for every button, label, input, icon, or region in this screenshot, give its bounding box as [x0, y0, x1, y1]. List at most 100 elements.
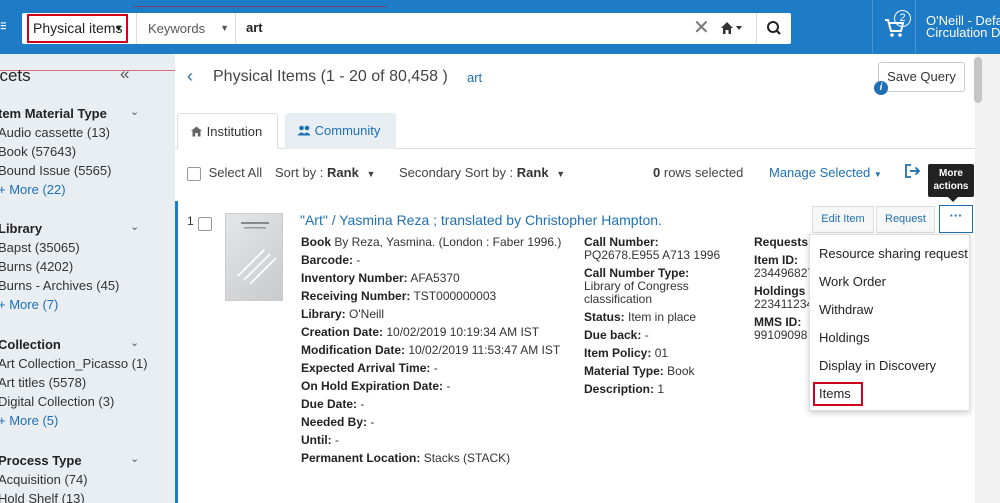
field-label: Permanent Location: — [301, 451, 421, 465]
facet-more-label: More (22) — [9, 182, 66, 197]
tab-community[interactable]: Community — [285, 113, 396, 149]
facet-more-link[interactable]: + More (22) — [0, 180, 160, 199]
facet-more-label: More (7) — [9, 297, 59, 312]
menu-icon[interactable]: ≡ — [0, 18, 6, 36]
field-receiving-number: Receiving Number: TST000000003 — [301, 290, 566, 303]
facet-more-link[interactable]: + More (7) — [0, 295, 160, 314]
menu-item-withdraw[interactable]: Withdraw — [819, 302, 873, 317]
facet-group-material-type: tem Material Type ⌄ Audio cassette (13) … — [0, 105, 160, 199]
facet-item[interactable]: Art Collection_Picasso (1) — [0, 354, 160, 373]
field-label: Barcode: — [301, 253, 354, 267]
facet-item[interactable]: Hold Shelf (13) — [0, 489, 160, 503]
chevron-down-icon[interactable]: ⌄ — [130, 452, 139, 465]
field-label: Holdings I — [754, 284, 812, 298]
menu-item-resource-sharing[interactable]: Resource sharing request — [819, 246, 968, 261]
menu-item-display-in-discovery[interactable]: Display in Discovery — [819, 358, 936, 373]
field-permanent-location: Permanent Location: Stacks (STACK) — [301, 452, 566, 465]
field-label: Expected Arrival Time: — [301, 361, 431, 375]
edit-item-button[interactable]: Edit Item — [812, 206, 874, 233]
record-checkbox[interactable] — [198, 217, 212, 231]
tab-bar: Institution Community — [175, 113, 975, 149]
select-all[interactable]: Select All — [187, 165, 262, 181]
menu-item-work-order[interactable]: Work Order — [819, 274, 886, 289]
export-icon[interactable] — [904, 163, 922, 179]
divider — [235, 13, 236, 44]
chevron-down-icon[interactable]: ⌄ — [130, 220, 139, 233]
facets-title: acets — [0, 66, 31, 85]
field-material-type: Material Type: Book — [584, 365, 744, 378]
field-label: Material Type: — [584, 364, 664, 378]
field-value: 1 — [654, 382, 665, 396]
close-icon[interactable]: ✕ — [693, 16, 710, 40]
facet-item[interactable]: Burns - Archives (45) — [0, 276, 160, 295]
save-query-button[interactable]: Save Query — [878, 62, 965, 92]
highlight-box — [813, 382, 863, 406]
field-value: Book — [663, 364, 695, 378]
facet-item[interactable]: Bapst (35065) — [0, 238, 160, 257]
facet-more-link[interactable]: + More (5) — [0, 411, 160, 430]
field-due-date: Due Date: - — [301, 398, 566, 411]
sort-value: Rank — [327, 165, 359, 180]
search-input[interactable] — [246, 20, 546, 35]
search-scope-select[interactable]: Keywords ▼ — [137, 13, 235, 44]
field-value: 99109098 — [754, 328, 808, 342]
record-title-link[interactable]: "Art" / Yasmina Reza ; translated by Chr… — [300, 212, 662, 228]
field-value: - — [367, 415, 375, 429]
scrollbar-track[interactable] — [975, 54, 1000, 503]
sort-dropdown[interactable]: Sort by : Rank ▼ — [275, 165, 375, 180]
record-fields-main: Book By Reza, Yasmina. (London : Faber 1… — [301, 236, 566, 470]
chevron-down-icon: ▼ — [873, 170, 882, 179]
institution-icon — [191, 126, 202, 137]
field-value: 223411234 — [754, 297, 814, 311]
facet-item[interactable]: Audio cassette (13) — [0, 123, 160, 142]
more-actions-tooltip: More actions — [928, 164, 974, 202]
field-library: Library: O'Neill — [301, 308, 566, 321]
field-label: Item Policy: — [584, 346, 652, 360]
facet-item[interactable]: Bound Issue (5565) — [0, 161, 160, 180]
field-value: Item in place — [624, 310, 697, 324]
facet-group-process-type: Process Type ⌄ Acquisition (74) Hold She… — [0, 452, 160, 503]
facet-item[interactable]: Book (57643) — [0, 142, 160, 161]
user-menu[interactable]: O'Neill - Defau Circulation De — [926, 14, 1000, 39]
back-arrow-icon[interactable]: ‹ — [187, 66, 193, 87]
field-value: AFA5370 — [407, 271, 460, 285]
chevron-down-icon: ▼ — [220, 23, 229, 33]
field-value: - — [357, 397, 365, 411]
facet-item[interactable]: Art titles (5578) — [0, 373, 160, 392]
secondary-sort-label: Secondary Sort by : — [399, 165, 514, 180]
tab-label: Community — [314, 123, 381, 138]
field-label: Inventory Number: — [301, 271, 408, 285]
select-all-label: Select All — [208, 165, 263, 180]
collapse-icon[interactable]: « — [120, 64, 129, 84]
field-value: - — [443, 379, 451, 393]
query-link[interactable]: art — [467, 70, 482, 85]
select-all-checkbox[interactable] — [187, 166, 201, 181]
search-icon — [767, 21, 781, 35]
cart-button[interactable]: 2 — [872, 0, 916, 54]
search-type-select[interactable]: Physical items ▼ — [27, 14, 128, 43]
chevron-down-icon[interactable]: ⌄ — [130, 105, 139, 118]
chevron-down-icon[interactable]: ⌄ — [130, 336, 139, 349]
facet-item[interactable]: Digital Collection (3) — [0, 392, 160, 411]
request-button[interactable]: Request — [876, 206, 935, 233]
field-label: Needed By: — [301, 415, 368, 429]
facet-item[interactable]: Acquisition (74) — [0, 470, 160, 489]
field-value: Library of Congress classification — [584, 279, 689, 306]
manage-selected-menu[interactable]: Manage Selected ▼ — [769, 165, 882, 180]
search-button[interactable] — [756, 13, 791, 44]
field-label: Due Date: — [301, 397, 358, 411]
home-icon[interactable] — [719, 19, 745, 37]
tab-institution[interactable]: Institution — [177, 113, 278, 149]
book-cover-thumbnail[interactable] — [225, 213, 283, 301]
field-label: Receiving Number: — [301, 289, 411, 303]
field-value: 10/02/2019 10:19:34 AM IST — [383, 325, 540, 339]
menu-item-holdings[interactable]: Holdings — [819, 330, 870, 345]
scrollbar-thumb[interactable] — [974, 57, 982, 103]
field-creation-date: Creation Date: 10/02/2019 10:19:34 AM IS… — [301, 326, 566, 339]
info-icon[interactable]: i — [874, 81, 888, 95]
field-label: MMS ID: — [754, 315, 802, 329]
more-actions-button[interactable]: ··· — [939, 205, 973, 233]
field-label: Requests: — [754, 236, 813, 249]
facet-item[interactable]: Burns (4202) — [0, 257, 160, 276]
secondary-sort-dropdown[interactable]: Secondary Sort by : Rank ▼ — [399, 165, 565, 180]
